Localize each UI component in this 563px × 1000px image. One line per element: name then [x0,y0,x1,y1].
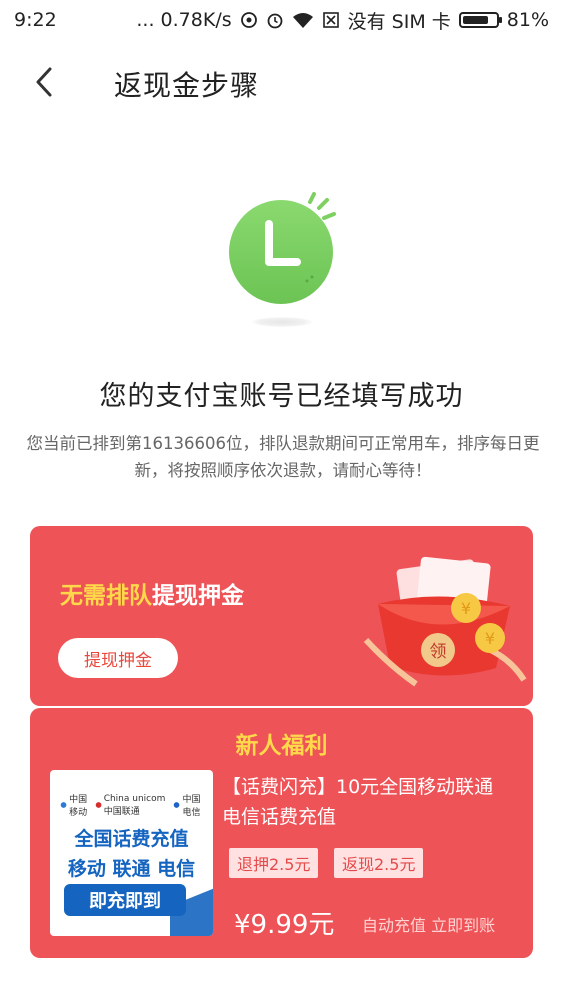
china-unicom-logo-icon [95,802,101,808]
product-name[interactable]: 【话费闪充】10元全国移动联通电信话费充值 [222,772,512,832]
network-speed: ... 0.78K/s [136,9,232,31]
clock-icon [229,192,336,304]
status-right: ... 0.78K/s 没有 SIM 卡 81% [136,7,549,34]
product-perks: 自动充值 立即到账 [362,916,496,935]
sync-icon [240,12,257,28]
china-telecom-logo-icon [174,802,180,808]
product-price: ¥9.99元 [234,910,335,940]
nav-bar: 返现金步骤 [0,48,563,118]
withdraw-deposit-card[interactable]: 无需排队提现押金 提现押金 领 ¥ ¥ [30,526,533,706]
red-envelope-icon: 领 ¥ ¥ [363,556,527,687]
new-user-welfare-card: 新人福利 中国移动 China unicom中国联通 中国电信 全国话费充值 移… [30,708,533,958]
svg-text:¥: ¥ [485,629,495,648]
welfare-title: 新人福利 [235,733,328,759]
product-image-title: 全国话费充值 [74,828,189,850]
battery-icon [458,12,502,28]
china-mobile-logo-icon [60,802,67,808]
battery-percent: 81% [506,9,549,31]
status-time: 9:22 [14,9,57,31]
withdraw-deposit-button[interactable]: 提现押金 [58,638,178,678]
carrier-mobile: 中国移动 [60,792,95,818]
wifi-icon [292,13,313,28]
page-title: 返现金步骤 [114,69,260,102]
product-image-badge: 即充即到 [64,884,186,916]
svg-text:¥: ¥ [461,599,471,618]
illustration-shadow [252,317,312,327]
product-image-subtitle: 移动 联通 电信 [67,858,196,880]
chevron-left-icon [36,67,52,97]
withdraw-tagline: 无需排队提现押金 [60,576,244,610]
deposit-refund-tag: 退押2.5元 [229,848,319,878]
product-image[interactable]: 中国移动 China unicom中国联通 中国电信 全国话费充值 移动 联通 … [50,770,213,936]
no-sim-icon [322,12,339,28]
alarm-icon [267,13,283,29]
back-button[interactable] [24,62,64,102]
success-headline: 您的支付宝账号已经填写成功 [99,381,464,412]
sim-status: 没有 SIM 卡 [347,10,451,33]
status-illustration [0,180,563,340]
battery-fill [462,16,488,24]
tagline-highlight: 无需排队 [60,583,152,609]
carrier-logos: 中国移动 China unicom中国联通 中国电信 [60,792,208,818]
carrier-unicom: China unicom中国联通 [95,792,174,818]
envelope-label: 领 [430,642,447,662]
carrier-telecom: 中国电信 [173,792,208,818]
queue-description: 您当前已排到第16136606位，排队退款期间可正常用车，排序每日更新，将按照顺… [26,434,540,480]
status-bar: 9:22 ... 0.78K/s 没有 SIM 卡 81% [0,0,563,40]
cashback-tag: 返现2.5元 [334,848,424,878]
tagline-text: 提现押金 [152,583,244,609]
